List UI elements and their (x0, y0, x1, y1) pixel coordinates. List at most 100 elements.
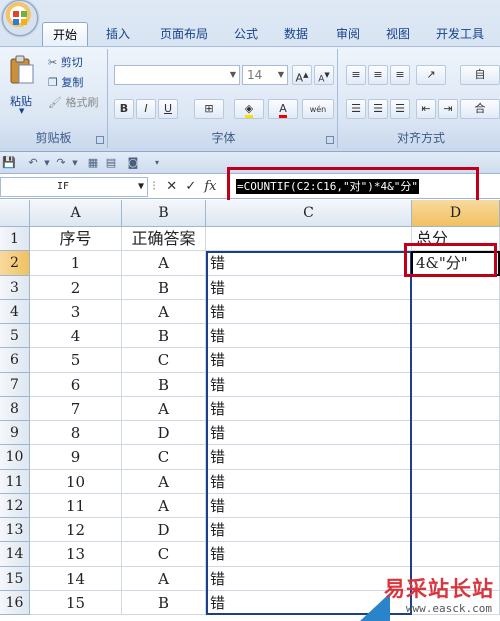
cell-c[interactable]: 错 (206, 348, 412, 373)
cell-c[interactable]: 错 (206, 299, 412, 324)
row-header[interactable]: 4 (0, 299, 30, 324)
cell-d[interactable] (412, 445, 500, 470)
cell-a[interactable]: 2 (30, 275, 122, 300)
font-size-select[interactable]: 14 ▼ (242, 65, 288, 85)
chevron-down-icon[interactable]: ▼ (40, 156, 54, 170)
excel-icon[interactable]: ▦ (86, 156, 100, 170)
border-button[interactable]: ⊞ (194, 99, 224, 119)
row-header[interactable]: 15 (0, 566, 30, 591)
expand-dots-icon[interactable]: ⁝ (152, 179, 156, 194)
align-left-button[interactable]: ☰ (346, 99, 366, 119)
cell-a[interactable]: 5 (30, 348, 122, 373)
cell-d[interactable] (412, 275, 500, 300)
tab-data[interactable]: 数据 (276, 22, 316, 46)
merge-center-button[interactable]: 合 (460, 99, 500, 119)
form-icon[interactable]: ▤ (104, 156, 118, 170)
row-header[interactable]: 11 (0, 469, 30, 494)
column-header-d[interactable]: D (412, 200, 500, 227)
cell-d[interactable] (412, 493, 500, 518)
tab-home[interactable]: 开始 (42, 22, 88, 46)
cell-b[interactable]: C (122, 348, 206, 373)
cell-a[interactable]: 7 (30, 396, 122, 421)
shrink-font-button[interactable]: A▼ (314, 65, 334, 85)
font-launcher-icon[interactable] (326, 136, 334, 144)
increase-indent-button[interactable]: ⇥ (438, 99, 458, 119)
fill-color-button[interactable]: ◈ (234, 99, 264, 119)
cell-a[interactable]: 4 (30, 324, 122, 349)
cell-a[interactable]: 14 (30, 566, 122, 591)
cell-c[interactable]: 错 (206, 396, 412, 421)
row-header[interactable]: 12 (0, 493, 30, 518)
bold-button[interactable]: B (114, 99, 134, 119)
cell-b[interactable]: 正确答案 (122, 227, 206, 252)
redo-icon[interactable]: ↷ (54, 156, 68, 170)
align-right-button[interactable]: ☰ (390, 99, 410, 119)
align-top-button[interactable]: ≡ (346, 65, 366, 85)
underline-button[interactable]: U (158, 99, 178, 119)
cell-c[interactable]: 错 (206, 251, 412, 276)
clipboard-launcher-icon[interactable] (96, 136, 104, 144)
cell-d[interactable] (412, 348, 500, 373)
enter-icon[interactable]: ✓ (185, 179, 196, 194)
format-painter-button[interactable]: 🖌 格式刷 (48, 93, 98, 113)
row-header[interactable]: 13 (0, 518, 30, 543)
cell-a[interactable]: 12 (30, 518, 122, 543)
cancel-icon[interactable]: ✕ (166, 179, 177, 194)
row-header[interactable]: 10 (0, 445, 30, 470)
cell-c[interactable]: 错 (206, 324, 412, 349)
font-color-button[interactable]: A (268, 99, 298, 119)
cell-a[interactable]: 13 (30, 542, 122, 567)
cell-a[interactable]: 6 (30, 372, 122, 397)
cell-b[interactable]: C (122, 445, 206, 470)
cell-c[interactable] (206, 227, 412, 252)
cell-a[interactable]: 序号 (30, 227, 122, 252)
tab-formulas[interactable]: 公式 (226, 22, 266, 46)
cell-a[interactable]: 15 (30, 590, 122, 615)
row-header[interactable]: 7 (0, 372, 30, 397)
row-header[interactable]: 2 (0, 251, 30, 276)
cell-b[interactable]: A (122, 396, 206, 421)
align-center-button[interactable]: ☰ (368, 99, 388, 119)
chevron-down-icon[interactable]: ▼ (68, 156, 82, 170)
tab-view[interactable]: 视图 (378, 22, 418, 46)
row-header[interactable]: 6 (0, 348, 30, 373)
wrap-text-button[interactable]: 自 (460, 65, 500, 85)
tab-developer[interactable]: 开发工具 (430, 22, 490, 46)
undo-icon[interactable]: ↶ (26, 156, 40, 170)
cell-d[interactable] (412, 299, 500, 324)
row-header[interactable]: 14 (0, 542, 30, 567)
cell-c[interactable]: 错 (206, 275, 412, 300)
cell-c[interactable]: 错 (206, 372, 412, 397)
cell-a[interactable]: 1 (30, 251, 122, 276)
cell-d[interactable] (412, 518, 500, 543)
cell-b[interactable]: B (122, 275, 206, 300)
cell-d[interactable] (412, 324, 500, 349)
cell-b[interactable]: B (122, 372, 206, 397)
column-header-c[interactable]: C (206, 200, 412, 227)
cell-b[interactable]: B (122, 590, 206, 615)
font-name-select[interactable]: ▼ (114, 65, 240, 85)
cell-b[interactable]: A (122, 469, 206, 494)
cell-d[interactable] (412, 542, 500, 567)
cell-d[interactable] (412, 421, 500, 446)
name-box[interactable]: IF ▼ (0, 177, 148, 197)
align-bottom-button[interactable]: ≡ (390, 65, 410, 85)
save-icon[interactable]: 💾 (2, 156, 16, 170)
row-header[interactable]: 5 (0, 324, 30, 349)
row-header[interactable]: 3 (0, 275, 30, 300)
cell-c[interactable]: 错 (206, 445, 412, 470)
cell-d[interactable] (412, 469, 500, 494)
row-header[interactable]: 1 (0, 227, 30, 252)
cell-c[interactable]: 错 (206, 542, 412, 567)
cell-a[interactable]: 8 (30, 421, 122, 446)
orientation-button[interactable]: ↗ (416, 65, 446, 85)
row-header[interactable]: 9 (0, 421, 30, 446)
italic-button[interactable]: I (136, 99, 156, 119)
cell-c[interactable]: 错 (206, 469, 412, 494)
cell-b[interactable]: D (122, 518, 206, 543)
column-header-b[interactable]: B (122, 200, 206, 227)
cell-a[interactable]: 3 (30, 299, 122, 324)
row-header[interactable]: 8 (0, 396, 30, 421)
cell-b[interactable]: A (122, 566, 206, 591)
cut-button[interactable]: ✂ 剪切 (48, 53, 83, 73)
